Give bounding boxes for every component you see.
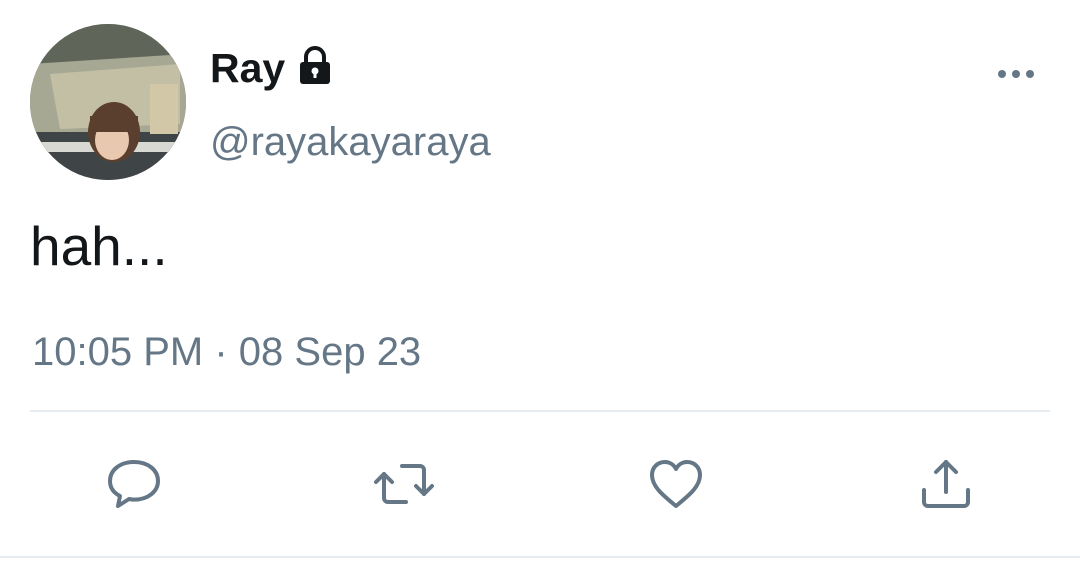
heart-icon <box>650 460 702 508</box>
reply-icon <box>108 460 160 508</box>
share-button[interactable] <box>914 452 978 516</box>
display-name[interactable]: Ray <box>210 44 285 92</box>
more-icon[interactable] <box>994 62 1038 86</box>
tweet-date: 08 Sep 23 <box>238 330 422 374</box>
divider-bottom <box>0 556 1080 558</box>
retweet-icon <box>374 464 434 504</box>
reply-button[interactable] <box>102 452 166 516</box>
like-button[interactable] <box>644 452 708 516</box>
tweet-text: hah... <box>30 215 168 277</box>
share-icon <box>922 460 970 508</box>
timestamp-separator: · <box>214 330 228 374</box>
avatar[interactable] <box>30 24 186 180</box>
timestamp[interactable]: 10:05 PM · 08 Sep 23 <box>32 328 421 376</box>
avatar-image <box>30 24 186 180</box>
divider <box>30 410 1050 412</box>
retweet-button[interactable] <box>372 452 436 516</box>
tweet-time: 10:05 PM <box>32 330 204 374</box>
handle[interactable]: @rayakayaraya <box>210 118 491 166</box>
lock-icon <box>300 46 330 84</box>
